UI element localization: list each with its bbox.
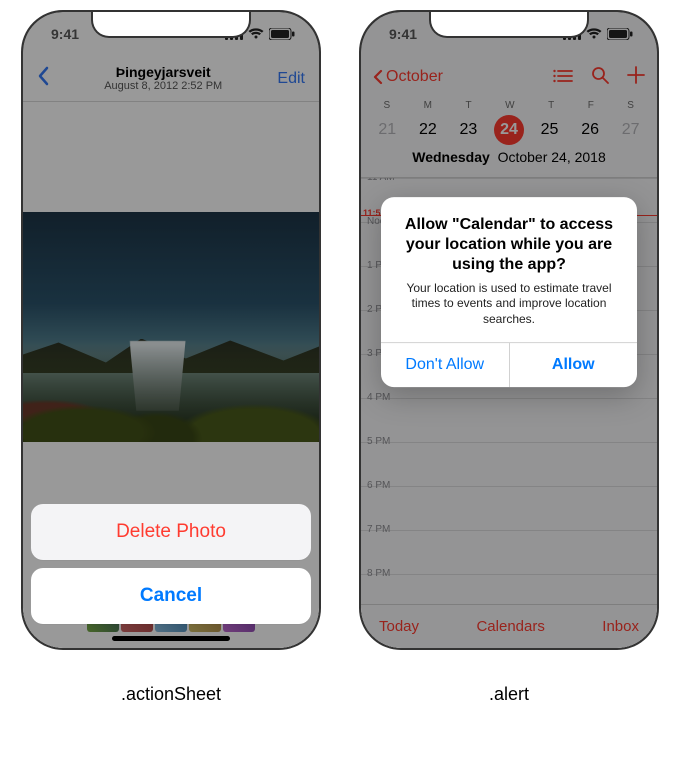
wifi-icon xyxy=(586,28,602,40)
day-cell[interactable]: 26 xyxy=(575,115,605,145)
week-header: S M T W T F S 21 22 23 24 25 26 27 Wednesday October… xyxy=(361,98,657,178)
hour-row[interactable]: 5 PM xyxy=(361,442,657,486)
hour-label: 7 PM xyxy=(367,524,390,535)
edit-button[interactable]: Edit xyxy=(277,70,305,88)
dow-label: M xyxy=(424,100,433,111)
day-cell[interactable]: 23 xyxy=(453,115,483,145)
hour-label: 11 AM xyxy=(367,178,395,183)
hour-row[interactable]: 6 PM xyxy=(361,486,657,530)
alert-title: Allow "Calendar" to access your location… xyxy=(395,215,623,275)
alert-message: Your location is used to estimate travel… xyxy=(395,281,623,328)
caption-actionsheet: .actionSheet xyxy=(21,684,321,705)
day-selected[interactable]: 24 xyxy=(494,115,524,145)
calendar-nav: October xyxy=(361,56,657,98)
page-subtitle: August 8, 2012 2:52 PM xyxy=(104,80,222,93)
day-cell[interactable]: 27 xyxy=(616,115,646,145)
hour-label: 6 PM xyxy=(367,480,390,491)
day-cell[interactable]: 22 xyxy=(413,115,443,145)
phone-photos: 9:41 Þingeyjarsveit August 8, 2012 2:52 … xyxy=(21,10,321,650)
add-event-icon[interactable] xyxy=(627,66,645,89)
alert-deny-button[interactable]: Don't Allow xyxy=(381,343,509,387)
page-title: Þingeyjarsveit xyxy=(104,64,222,80)
day-cell[interactable]: 21 xyxy=(372,115,402,145)
home-indicator[interactable] xyxy=(112,636,230,641)
search-icon[interactable] xyxy=(591,66,609,89)
hour-label: 4 PM xyxy=(367,392,390,403)
dow-label: T xyxy=(548,100,555,111)
battery-icon xyxy=(269,28,295,40)
hour-label: 5 PM xyxy=(367,436,390,447)
status-time: 9:41 xyxy=(51,26,79,42)
permission-alert: Allow "Calendar" to access your location… xyxy=(381,197,637,387)
wifi-icon xyxy=(248,28,264,40)
dow-label: S xyxy=(384,100,391,111)
calendars-button[interactable]: Calendars xyxy=(476,618,544,635)
back-month-label: October xyxy=(386,68,443,86)
calendar-toolbar: Today Calendars Inbox xyxy=(361,604,657,648)
date-full: October 24, 2018 xyxy=(498,149,606,165)
dow-label: F xyxy=(588,100,595,111)
inbox-button[interactable]: Inbox xyxy=(602,618,639,635)
delete-photo-button[interactable]: Delete Photo xyxy=(31,504,311,560)
dow-label: W xyxy=(505,100,515,111)
day-cell[interactable]: 25 xyxy=(535,115,565,145)
photo-landscape xyxy=(23,212,319,442)
back-chevron-icon[interactable] xyxy=(37,66,49,92)
date-weekday: Wednesday xyxy=(412,149,490,165)
today-button[interactable]: Today xyxy=(379,618,419,635)
list-view-icon[interactable] xyxy=(553,67,573,88)
dow-label: T xyxy=(466,100,473,111)
notch xyxy=(91,10,251,38)
notch xyxy=(429,10,589,38)
battery-icon xyxy=(607,28,633,40)
alert-allow-button[interactable]: Allow xyxy=(509,343,638,387)
nav-bar: Þingeyjarsveit August 8, 2012 2:52 PM Ed… xyxy=(23,56,319,102)
hour-label: 8 PM xyxy=(367,568,390,579)
hour-row[interactable]: 8 PM xyxy=(361,574,657,604)
hour-row[interactable]: 4 PM xyxy=(361,398,657,442)
back-month-button[interactable]: October xyxy=(373,68,443,86)
status-time: 9:41 xyxy=(389,26,417,42)
action-sheet: Delete Photo Cancel xyxy=(31,504,311,624)
caption-alert: .alert xyxy=(359,684,659,705)
dow-label: S xyxy=(627,100,634,111)
cancel-button[interactable]: Cancel xyxy=(31,568,311,624)
phone-calendar: 9:41 October xyxy=(359,10,659,650)
hour-row[interactable]: 7 PM xyxy=(361,530,657,574)
